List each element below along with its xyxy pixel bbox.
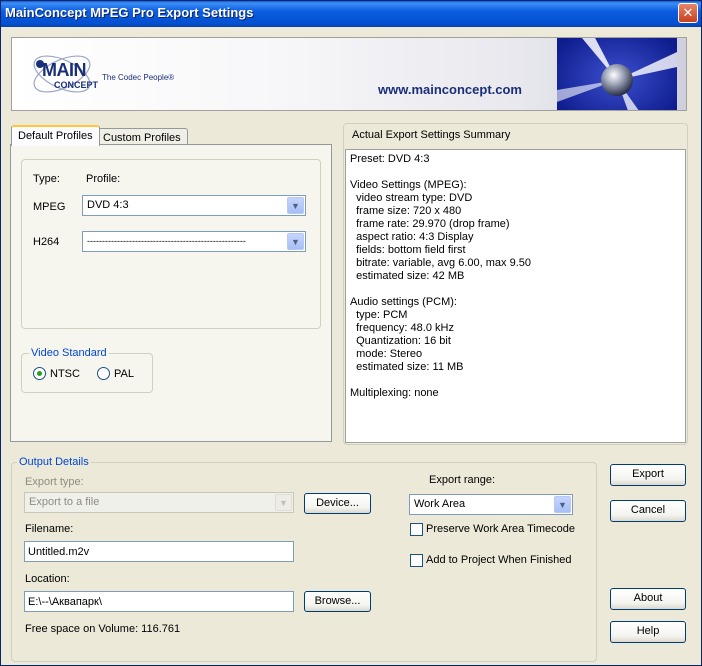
filename-input[interactable] <box>24 541 294 562</box>
summary-line: frame rate: 29.970 (drop frame) <box>350 218 510 230</box>
summary-line: bitrate: variable, avg 6.00, max 9.50 <box>350 257 531 269</box>
chevron-down-icon[interactable]: ▼ <box>554 496 571 513</box>
logo-main-text: MAIN <box>42 60 87 80</box>
location-label: Location: <box>25 573 70 585</box>
h264-profile-select[interactable]: ----------------------------------------… <box>82 231 306 252</box>
export-range-select[interactable]: Work Area ▼ <box>409 494 573 515</box>
summary-line <box>350 283 681 296</box>
h264-type-label: H264 <box>33 236 60 248</box>
free-space-text: Free space on Volume: 116.761 <box>25 623 181 635</box>
summary-line: fields: bottom field first <box>350 244 466 256</box>
mpeg-profile-value: DVD 4:3 <box>87 199 129 211</box>
device-button[interactable]: Device... <box>304 493 371 514</box>
mpeg-type-label: MPEG <box>33 201 66 213</box>
window-title: MainConcept MPEG Pro Export Settings <box>5 5 254 20</box>
title-bar[interactable]: MainConcept MPEG Pro Export Settings ✕ <box>1 1 701 27</box>
export-range-value: Work Area <box>414 498 466 510</box>
summary-line: Video Settings (MPEG): <box>350 179 467 191</box>
export-type-select[interactable]: Export to a file ▼ <box>24 492 294 513</box>
summary-line: Multiplexing: none <box>350 387 439 399</box>
close-icon: ✕ <box>682 5 694 20</box>
ntsc-label[interactable]: NTSC <box>50 368 80 380</box>
summary-line: Audio settings (PCM): <box>350 296 457 308</box>
logo-tagline: The Codec People® <box>102 73 175 82</box>
summary-group: Actual Export Settings Summary Preset: D… <box>343 123 688 445</box>
summary-line: frame size: 720 x 480 <box>350 205 462 217</box>
close-button[interactable]: ✕ <box>678 3 698 23</box>
logo-concept-text: CONCEPT <box>54 80 99 90</box>
h264-profile-value: ----------------------------------------… <box>87 236 246 246</box>
type-header: Type: <box>33 173 60 185</box>
preserve-timecode-label[interactable]: Preserve Work Area Timecode <box>426 523 575 535</box>
mpeg-profile-select[interactable]: DVD 4:3 ▼ <box>82 195 306 216</box>
chevron-down-icon[interactable]: ▼ <box>287 233 304 250</box>
summary-line: type: PCM <box>350 309 408 321</box>
globe-icon <box>557 38 677 110</box>
default-profiles-panel: Type: Profile: MPEG DVD 4:3 ▼ H264 -----… <box>10 144 332 442</box>
export-button[interactable]: Export <box>610 464 686 486</box>
filename-label: Filename: <box>25 523 74 535</box>
preserve-timecode-checkbox[interactable] <box>410 523 423 536</box>
browse-button[interactable]: Browse... <box>304 591 371 612</box>
summary-line <box>350 166 681 179</box>
summary-line: mode: Stereo <box>350 348 423 360</box>
ntsc-radio[interactable] <box>33 367 46 380</box>
summary-header: Actual Export Settings Summary <box>352 129 511 141</box>
export-type-label: Export type: <box>25 476 84 488</box>
location-input[interactable] <box>24 591 294 612</box>
summary-line: video stream type: DVD <box>350 192 473 204</box>
export-settings-window: MainConcept MPEG Pro Export Settings ✕ M… <box>0 0 702 666</box>
chevron-down-icon[interactable]: ▼ <box>287 197 304 214</box>
summary-line: aspect ratio: 4:3 Display <box>350 231 474 243</box>
export-type-value: Export to a file <box>29 496 100 508</box>
summary-line <box>350 374 681 387</box>
add-to-project-checkbox[interactable] <box>410 554 423 567</box>
video-standard-label: Video Standard <box>29 347 109 359</box>
summary-line: Quantization: 16 bit <box>350 335 451 347</box>
summary-line: estimated size: 42 MB <box>350 270 465 282</box>
summary-line: frequency: 48.0 kHz <box>350 322 454 334</box>
add-to-project-label[interactable]: Add to Project When Finished <box>426 554 572 566</box>
tab-default-profiles[interactable]: Default Profiles <box>11 125 100 146</box>
mainconcept-banner: MAIN CONCEPT The Codec People® www.mainc… <box>11 37 687 111</box>
summary-text: Preset: DVD 4:3 Video Settings (MPEG): vi… <box>345 149 686 443</box>
tab-custom-profiles[interactable]: Custom Profiles <box>96 128 188 145</box>
output-details-label: Output Details <box>17 456 91 468</box>
pal-label[interactable]: PAL <box>114 368 134 380</box>
about-button[interactable]: About <box>610 588 686 610</box>
pal-radio[interactable] <box>97 367 110 380</box>
chevron-down-icon: ▼ <box>275 494 292 511</box>
export-range-label: Export range: <box>429 474 496 486</box>
summary-line: estimated size: 11 MB <box>350 361 464 373</box>
summary-line: Preset: DVD 4:3 <box>350 153 430 165</box>
profile-header: Profile: <box>86 173 121 185</box>
cancel-button[interactable]: Cancel <box>610 500 686 522</box>
banner-url: www.mainconcept.com <box>378 82 522 97</box>
help-button[interactable]: Help <box>610 621 686 643</box>
